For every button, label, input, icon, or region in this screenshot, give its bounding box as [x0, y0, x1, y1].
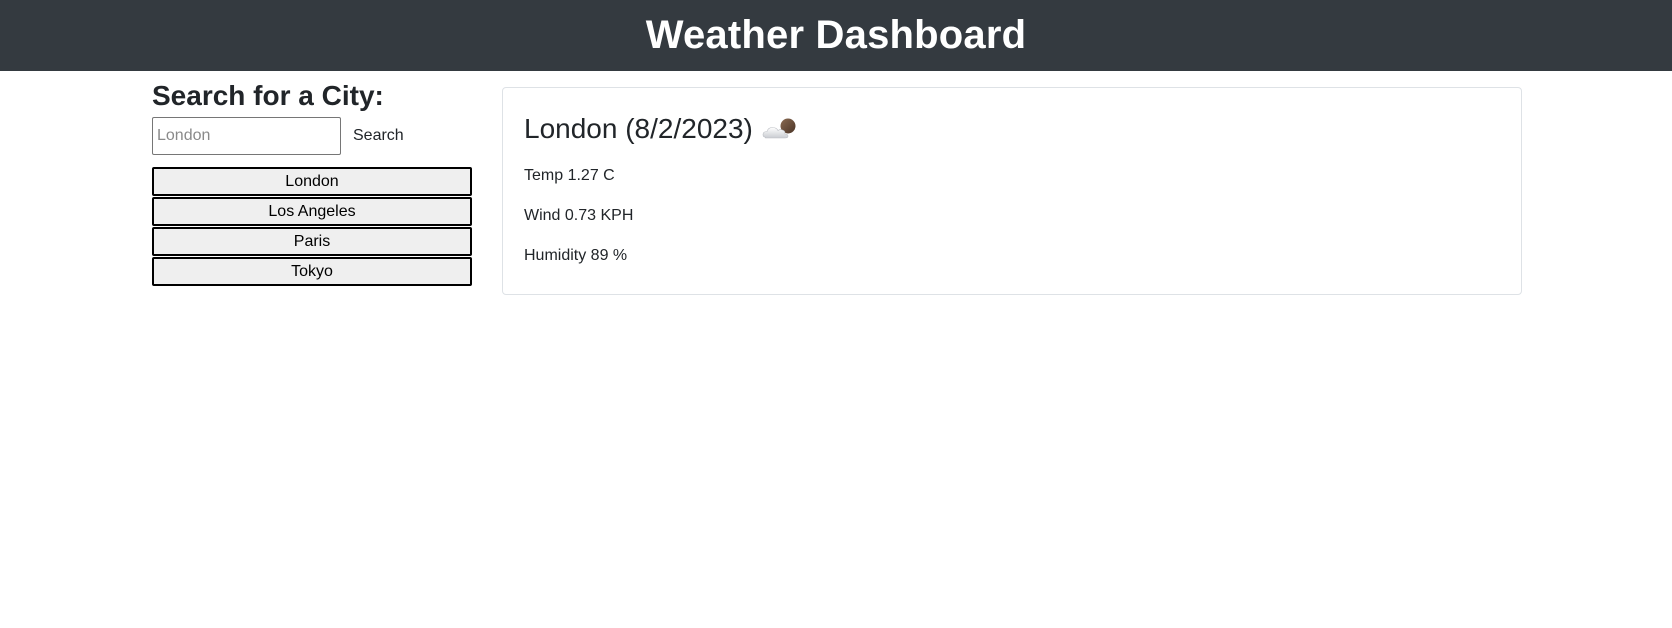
- humidity-value: Humidity 89 %: [524, 247, 628, 264]
- partly-cloudy-night-icon: [761, 116, 799, 142]
- search-button[interactable]: Search: [353, 127, 404, 145]
- history-item-tokyo[interactable]: Tokyo: [152, 257, 472, 286]
- page-header: Weather Dashboard: [0, 0, 1672, 71]
- city-search-input[interactable]: [152, 117, 341, 155]
- current-weather-card: London (8/2/2023) Temp 1.27 C Wind 0.73 …: [502, 87, 1522, 295]
- search-heading: Search for a City:: [152, 80, 384, 111]
- current-weather-heading: London (8/2/2023): [524, 112, 1500, 146]
- history-item-paris[interactable]: Paris: [152, 227, 472, 256]
- wind-value: Wind 0.73 KPH: [524, 207, 634, 224]
- page-title: Weather Dashboard: [645, 13, 1027, 57]
- search-history-list: London Los Angeles Paris Tokyo: [152, 167, 472, 286]
- search-row: Search: [152, 117, 472, 155]
- city-date-title: London (8/2/2023): [524, 113, 753, 144]
- search-panel: Search for a City: Search London Los Ang…: [152, 79, 472, 286]
- history-item-london[interactable]: London: [152, 167, 472, 196]
- main-content: Search for a City: Search London Los Ang…: [0, 71, 1672, 628]
- temperature-value: Temp 1.27 C: [524, 167, 615, 184]
- history-item-los-angeles[interactable]: Los Angeles: [152, 197, 472, 226]
